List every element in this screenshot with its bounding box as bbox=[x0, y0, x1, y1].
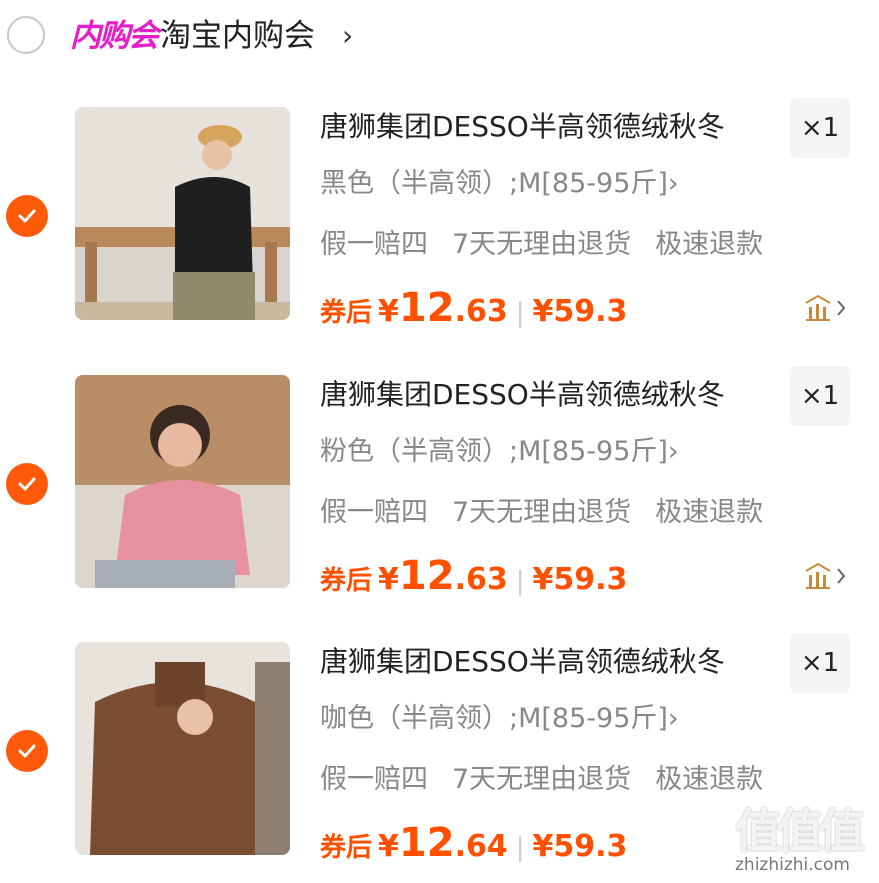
product-thumbnail[interactable] bbox=[75, 107, 290, 320]
shop-select-radio-icon[interactable] bbox=[7, 16, 45, 54]
tag-fast-refund: 极速退款 bbox=[655, 764, 764, 795]
price-integer: 12 bbox=[398, 553, 455, 599]
tag-fast-refund: 极速退款 bbox=[655, 497, 764, 528]
price-divider: | bbox=[515, 298, 525, 328]
tag-fast-refund: 极速退款 bbox=[655, 229, 764, 260]
price-decimal: .63 bbox=[454, 294, 508, 329]
chevron-right-icon[interactable]: › bbox=[342, 18, 353, 54]
tag-fake-compensation: 假一赔四 bbox=[320, 764, 428, 795]
cart-item: 唐狮集团DESSO半高领德绒秋冬 ×1 黑色（半高领）;M[85-95斤]› 假… bbox=[0, 95, 879, 345]
product-thumbnail[interactable] bbox=[75, 642, 290, 855]
product-title[interactable]: 唐狮集团DESSO半高领德绒秋冬 bbox=[320, 375, 725, 415]
product-title[interactable]: 唐狮集团DESSO半高领德绒秋冬 bbox=[320, 642, 725, 682]
price-currency: ¥ bbox=[378, 829, 399, 864]
price-row: 券后 ¥ 12 .63 | ¥59.3 bbox=[320, 285, 627, 331]
sku-selector[interactable]: 咖色（半高领）;M[85-95斤]› bbox=[320, 700, 679, 738]
price-decimal: .64 bbox=[454, 829, 508, 864]
tag-fake-compensation: 假一赔四 bbox=[320, 497, 428, 528]
coupon-price-label: 券后 bbox=[320, 566, 373, 596]
price-divider: | bbox=[515, 566, 525, 596]
cart-item: 唐狮集团DESSO半高领德绒秋冬 ×1 粉色（半高领）;M[85-95斤]› 假… bbox=[0, 363, 879, 613]
tag-fake-compensation: 假一赔四 bbox=[320, 229, 428, 260]
site-watermark: 值值值 zhizhizhi.com bbox=[735, 795, 875, 880]
price-trend-icon[interactable] bbox=[804, 293, 850, 323]
check-circle-icon[interactable] bbox=[6, 195, 48, 237]
price-currency: ¥ bbox=[378, 294, 399, 329]
product-title[interactable]: 唐狮集团DESSO半高领德绒秋冬 bbox=[320, 107, 725, 147]
tag-7day-return: 7天无理由退货 bbox=[452, 497, 632, 528]
price-integer: 12 bbox=[398, 285, 455, 331]
coupon-price-label: 券后 bbox=[320, 298, 373, 328]
shop-badge: 内购会 bbox=[70, 18, 159, 54]
tag-7day-return: 7天无理由退货 bbox=[452, 229, 632, 260]
original-price: ¥59.3 bbox=[532, 562, 628, 597]
original-price: ¥59.3 bbox=[532, 294, 628, 329]
sku-selector[interactable]: 黑色（半高领）;M[85-95斤]› bbox=[320, 165, 679, 203]
product-thumbnail[interactable] bbox=[75, 375, 290, 588]
price-row: 券后 ¥ 12 .64 | ¥59.3 bbox=[320, 820, 627, 866]
coupon-price-label: 券后 bbox=[320, 833, 373, 863]
sku-selector[interactable]: 粉色（半高领）;M[85-95斤]› bbox=[320, 433, 679, 471]
price-integer: 12 bbox=[398, 820, 455, 866]
price-divider: | bbox=[515, 833, 525, 863]
check-circle-icon[interactable] bbox=[6, 730, 48, 772]
quantity-badge[interactable]: ×1 bbox=[790, 633, 850, 693]
tag-7day-return: 7天无理由退货 bbox=[452, 764, 632, 795]
check-circle-icon[interactable] bbox=[6, 463, 48, 505]
service-tags: 假一赔四 7天无理由退货 极速退款 bbox=[320, 226, 787, 264]
shop-header[interactable]: 内购会 淘宝内购会 › bbox=[0, 0, 879, 72]
price-row: 券后 ¥ 12 .63 | ¥59.3 bbox=[320, 553, 627, 599]
watermark-logo: 值值值 bbox=[735, 804, 865, 858]
watermark-url: zhizhizhi.com bbox=[735, 855, 850, 875]
original-price: ¥59.3 bbox=[532, 829, 628, 864]
service-tags: 假一赔四 7天无理由退货 极速退款 bbox=[320, 761, 787, 799]
quantity-badge[interactable]: ×1 bbox=[790, 98, 850, 158]
shop-name[interactable]: 淘宝内购会 bbox=[160, 16, 315, 56]
price-trend-icon[interactable] bbox=[804, 561, 850, 591]
price-currency: ¥ bbox=[378, 562, 399, 597]
price-decimal: .63 bbox=[454, 562, 508, 597]
quantity-badge[interactable]: ×1 bbox=[790, 366, 850, 426]
service-tags: 假一赔四 7天无理由退货 极速退款 bbox=[320, 494, 787, 532]
